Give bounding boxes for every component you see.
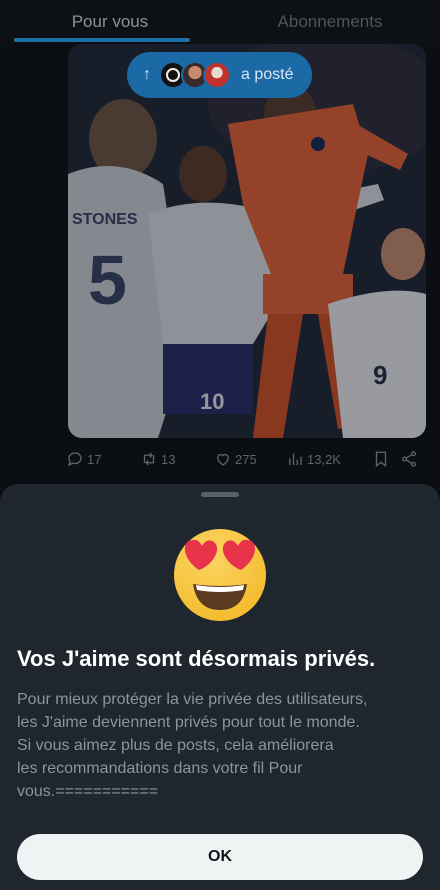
likes-private-sheet: Vos J'aime sont désormais privés. Pour m…: [0, 484, 440, 890]
heart-eyes-emoji-icon: [167, 518, 273, 624]
post-action-bar: 17 13 275 13,2K: [66, 446, 426, 472]
image-overlay: [68, 44, 426, 438]
like-button[interactable]: 275: [214, 450, 286, 468]
repost-icon: [143, 452, 155, 466]
new-posts-pill[interactable]: ↑ a posté: [127, 52, 312, 98]
arrow-up-icon: ↑: [143, 66, 151, 83]
posted-label: a posté: [241, 66, 294, 83]
reply-icon: [67, 452, 82, 467]
reply-count: 17: [87, 451, 102, 467]
views-chart-icon: [289, 453, 302, 465]
ok-button[interactable]: OK: [17, 834, 423, 880]
sheet-drag-handle[interactable]: [201, 492, 239, 497]
repost-button[interactable]: 13: [140, 450, 214, 468]
post-image[interactable]: 5 STONES 10 9: [68, 44, 426, 438]
active-tab-indicator: [14, 38, 190, 42]
sheet-title: Vos J'aime sont désormais privés.: [17, 646, 376, 671]
tab-pour-vous[interactable]: Pour vous: [0, 0, 220, 44]
tab-label: Pour vous: [71, 12, 149, 31]
view-count: 13,2K: [307, 451, 341, 467]
sheet-description: Pour mieux protéger la vie privée des ut…: [17, 691, 368, 800]
share-button[interactable]: [400, 450, 422, 468]
reply-button[interactable]: 17: [66, 450, 140, 468]
heart-icon: [217, 453, 229, 466]
repost-count: 13: [161, 451, 176, 467]
like-count: 275: [235, 451, 257, 467]
avatar: [203, 61, 231, 89]
tab-abonnements[interactable]: Abonnements: [220, 0, 440, 44]
avatar-stack: [159, 61, 231, 89]
tab-label: Abonnements: [277, 12, 383, 31]
share-icon: [401, 451, 417, 467]
views-button[interactable]: 13,2K: [286, 450, 372, 468]
bookmark-button[interactable]: [372, 450, 400, 468]
bookmark-icon: [375, 451, 387, 468]
screen: Pour vous Abonnements 5 STONES 10 9 ↑ a …: [0, 0, 440, 890]
timeline-tabs: Pour vous Abonnements: [0, 0, 440, 44]
